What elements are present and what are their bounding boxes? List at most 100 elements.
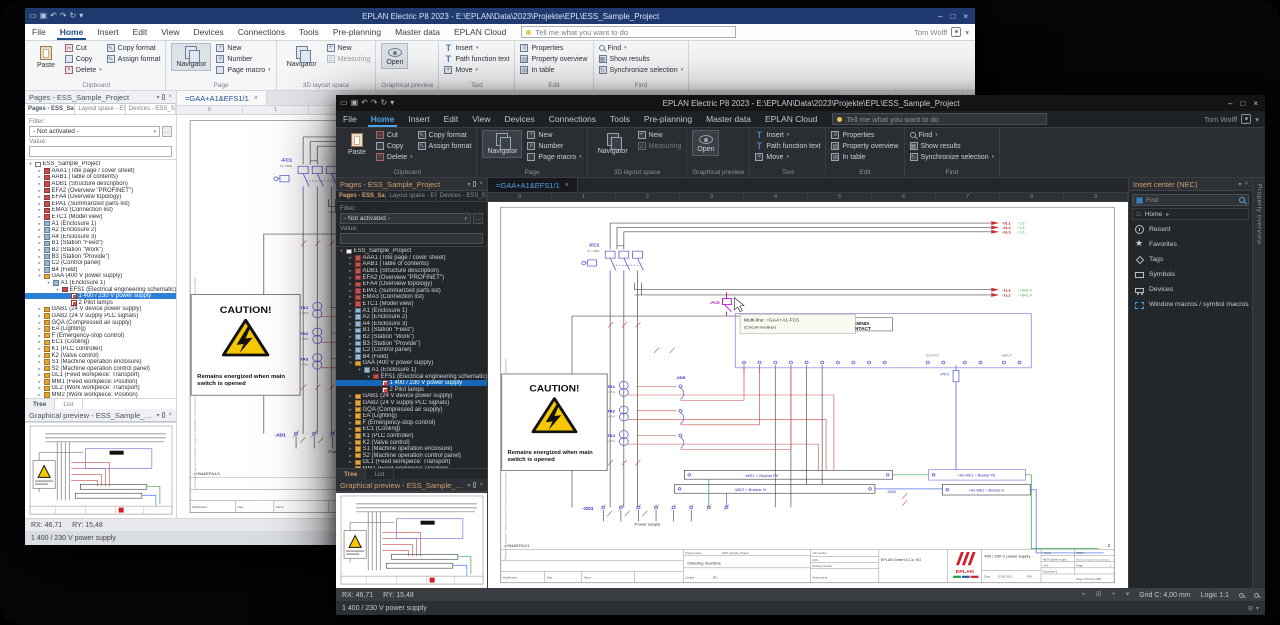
navigator-tab[interactable]: Pages - ESS_Sample_P... (336, 191, 386, 201)
editor-tab-close-icon[interactable]: × (254, 95, 258, 102)
panel-close-icon[interactable]: × (479, 181, 483, 187)
expand-arrow-icon[interactable] (46, 280, 51, 286)
ribbon-tab[interactable]: Connections (542, 111, 603, 127)
insert-center-item[interactable]: Recent (1129, 222, 1252, 237)
tree-item[interactable]: EFA2 (Overview "PROFINET") (25, 187, 176, 194)
navigator-tab[interactable]: Pages - ESS_Sample_P... (25, 104, 75, 114)
combo-arrow-icon[interactable]: ▾ (153, 129, 156, 135)
expand-arrow-icon[interactable] (55, 287, 60, 293)
in-table-button[interactable]: ⊞In table (520, 65, 587, 75)
panel-dropdown-icon[interactable]: ▾ (467, 181, 470, 188)
crosshair-icon[interactable]: ⌖ (1082, 590, 1086, 600)
home-icon[interactable]: ⌂ (1136, 210, 1141, 218)
preview-panel-header[interactable]: Graphical preview - ESS_Sample_Project ▾… (336, 479, 487, 492)
ribbon-tab[interactable]: File (336, 111, 364, 127)
tree-item[interactable]: B3 (Station "Provide") (25, 253, 176, 260)
assign-format-button[interactable]: ✎Assign format (418, 141, 472, 151)
pin-icon[interactable] (162, 94, 165, 100)
layout-new-button[interactable]: +New (638, 130, 682, 140)
expand-arrow-icon[interactable] (348, 294, 353, 300)
move-dropdown-icon[interactable]: ▾ (476, 67, 479, 73)
ribbon-tab[interactable]: Home (364, 111, 402, 127)
tree-item[interactable]: 1 400 / 230 V power supply (25, 293, 176, 300)
editor-tab[interactable]: =GAA+A1&EFS1/1 × (177, 91, 267, 105)
move-button[interactable]: ⌖Move▾ (755, 152, 820, 162)
tree-item[interactable]: S1 (Machine operation enclosure) (336, 446, 487, 453)
undo-icon[interactable]: ↶ (361, 99, 368, 107)
expand-arrow-icon[interactable] (348, 288, 353, 294)
panel-dropdown-icon[interactable]: ▾ (156, 94, 159, 101)
expand-arrow-icon[interactable] (37, 306, 42, 312)
tree-item[interactable]: EC1 (Cooling) (25, 339, 176, 346)
tree-item[interactable]: EFA2 (Overview "PROFINET") (336, 274, 487, 281)
find-button[interactable]: Find▾ (910, 130, 995, 140)
graphical-preview[interactable] (25, 422, 176, 518)
tree-item[interactable]: B3 (Station "Provide") (336, 340, 487, 347)
qat-dropdown-icon[interactable]: ▾ (390, 99, 394, 107)
minimize-button[interactable]: – (938, 12, 942, 21)
tree-list-tab[interactable]: List (366, 469, 393, 479)
page-macro-button[interactable]: Page macro▾ (527, 152, 581, 162)
layout-navigator-button[interactable]: Navigator (593, 130, 633, 158)
property-overview-button[interactable]: ▤Property overview (520, 54, 587, 64)
layout-new-button[interactable]: +New (327, 43, 371, 53)
tree-item[interactable]: MM1 (Feed workpiece: Position) (25, 379, 176, 386)
expand-arrow-icon[interactable] (366, 374, 371, 380)
pages-panel-header[interactable]: Pages - ESS_Sample_Project ▾ × (336, 178, 487, 191)
drawing-canvas[interactable]: Protected by copyright. Passing on as we… (488, 202, 1128, 588)
insert-center-search[interactable]: Find (1132, 194, 1249, 206)
ribbon-tab[interactable]: EPLAN Cloud (447, 24, 513, 40)
quick-access-toolbar[interactable]: ▭ ▣ ↶ ↷ ↻ ▾ (340, 99, 394, 107)
tree-item[interactable]: A1 (Enclosure 1) (336, 307, 487, 314)
tree-item[interactable]: C2 (Control panel) (336, 347, 487, 354)
tree-item[interactable]: EFS1 (Electrical engineering schematic) (25, 286, 176, 293)
delete-dropdown-icon[interactable]: ▾ (99, 67, 102, 73)
page-number-button[interactable]: #Number (527, 141, 581, 151)
expand-arrow-icon[interactable] (348, 354, 353, 360)
expand-arrow-icon[interactable] (37, 227, 42, 233)
tree-item[interactable]: EFA4 (Overview topology) (25, 194, 176, 201)
expand-arrow-icon[interactable] (348, 360, 353, 366)
insert-center-item[interactable]: Window macros / symbol macros (1129, 297, 1252, 312)
tree-item[interactable]: A4 (Enclosure 3) (336, 321, 487, 328)
tree-item[interactable]: B2 (Station "Work") (336, 334, 487, 341)
zoom-in-icon[interactable] (1239, 593, 1244, 598)
grid-dropdown-icon[interactable]: ▾ (1126, 590, 1130, 600)
tree-item[interactable]: EA (Lighting) (336, 413, 487, 420)
cut-button[interactable]: ✂Cut (65, 43, 102, 53)
tree-item[interactable]: A2 (Enclosure 2) (336, 314, 487, 321)
page-navigator-button[interactable]: Navigator (482, 130, 522, 158)
tree-item[interactable]: A1 (Enclosure 1) (25, 280, 176, 287)
synchronize-dropdown-icon[interactable]: ▾ (681, 67, 684, 73)
tree-item[interactable]: GAB2 (24 V supply PLC signals) (25, 313, 176, 320)
assign-format-button[interactable]: ✎Assign format (107, 54, 161, 64)
value-input[interactable] (29, 146, 172, 157)
preview-dropdown-icon[interactable]: ▾ (156, 412, 159, 419)
combo-arrow-icon[interactable]: ▾ (464, 216, 467, 222)
tree-item[interactable]: MM1 (Feed workpiece: Position) (336, 466, 487, 468)
expand-arrow-icon[interactable] (37, 214, 42, 220)
insert-text-button[interactable]: TInsert▾ (444, 43, 509, 53)
expand-arrow-icon[interactable] (348, 347, 353, 353)
grid-add-icon[interactable]: + (1112, 590, 1116, 600)
expand-arrow-icon[interactable] (348, 446, 353, 452)
pin-icon[interactable] (473, 181, 476, 187)
page-new-button[interactable]: +New (527, 130, 581, 140)
tell-me-search[interactable]: Tell me what you want to do (521, 26, 736, 38)
expand-arrow-icon[interactable] (37, 333, 42, 339)
graphical-preview[interactable] (336, 492, 487, 588)
tree-item[interactable]: K2 (Valve control) (25, 352, 176, 359)
expand-arrow-icon[interactable] (37, 273, 42, 279)
tree-item[interactable]: EA (Lighting) (25, 326, 176, 333)
tree-item[interactable]: C2 (Control panel) (25, 260, 176, 267)
refresh-icon[interactable]: ↻ (70, 12, 77, 20)
expand-arrow-icon[interactable] (357, 367, 362, 373)
expand-arrow-icon[interactable] (37, 188, 42, 194)
insert-center-breadcrumb[interactable]: ⌂ Home ▸ (1132, 208, 1249, 220)
tree-item[interactable]: GL1 (Feed workpiece: Transport) (25, 372, 176, 379)
close-button[interactable]: × (963, 12, 968, 21)
user-dropdown-icon[interactable]: ▾ (965, 28, 969, 37)
insert-center-close-icon[interactable]: × (1244, 181, 1248, 187)
close-button[interactable]: × (1253, 99, 1258, 108)
tree-item[interactable]: GL1 (Feed workpiece: Transport) (336, 459, 487, 466)
